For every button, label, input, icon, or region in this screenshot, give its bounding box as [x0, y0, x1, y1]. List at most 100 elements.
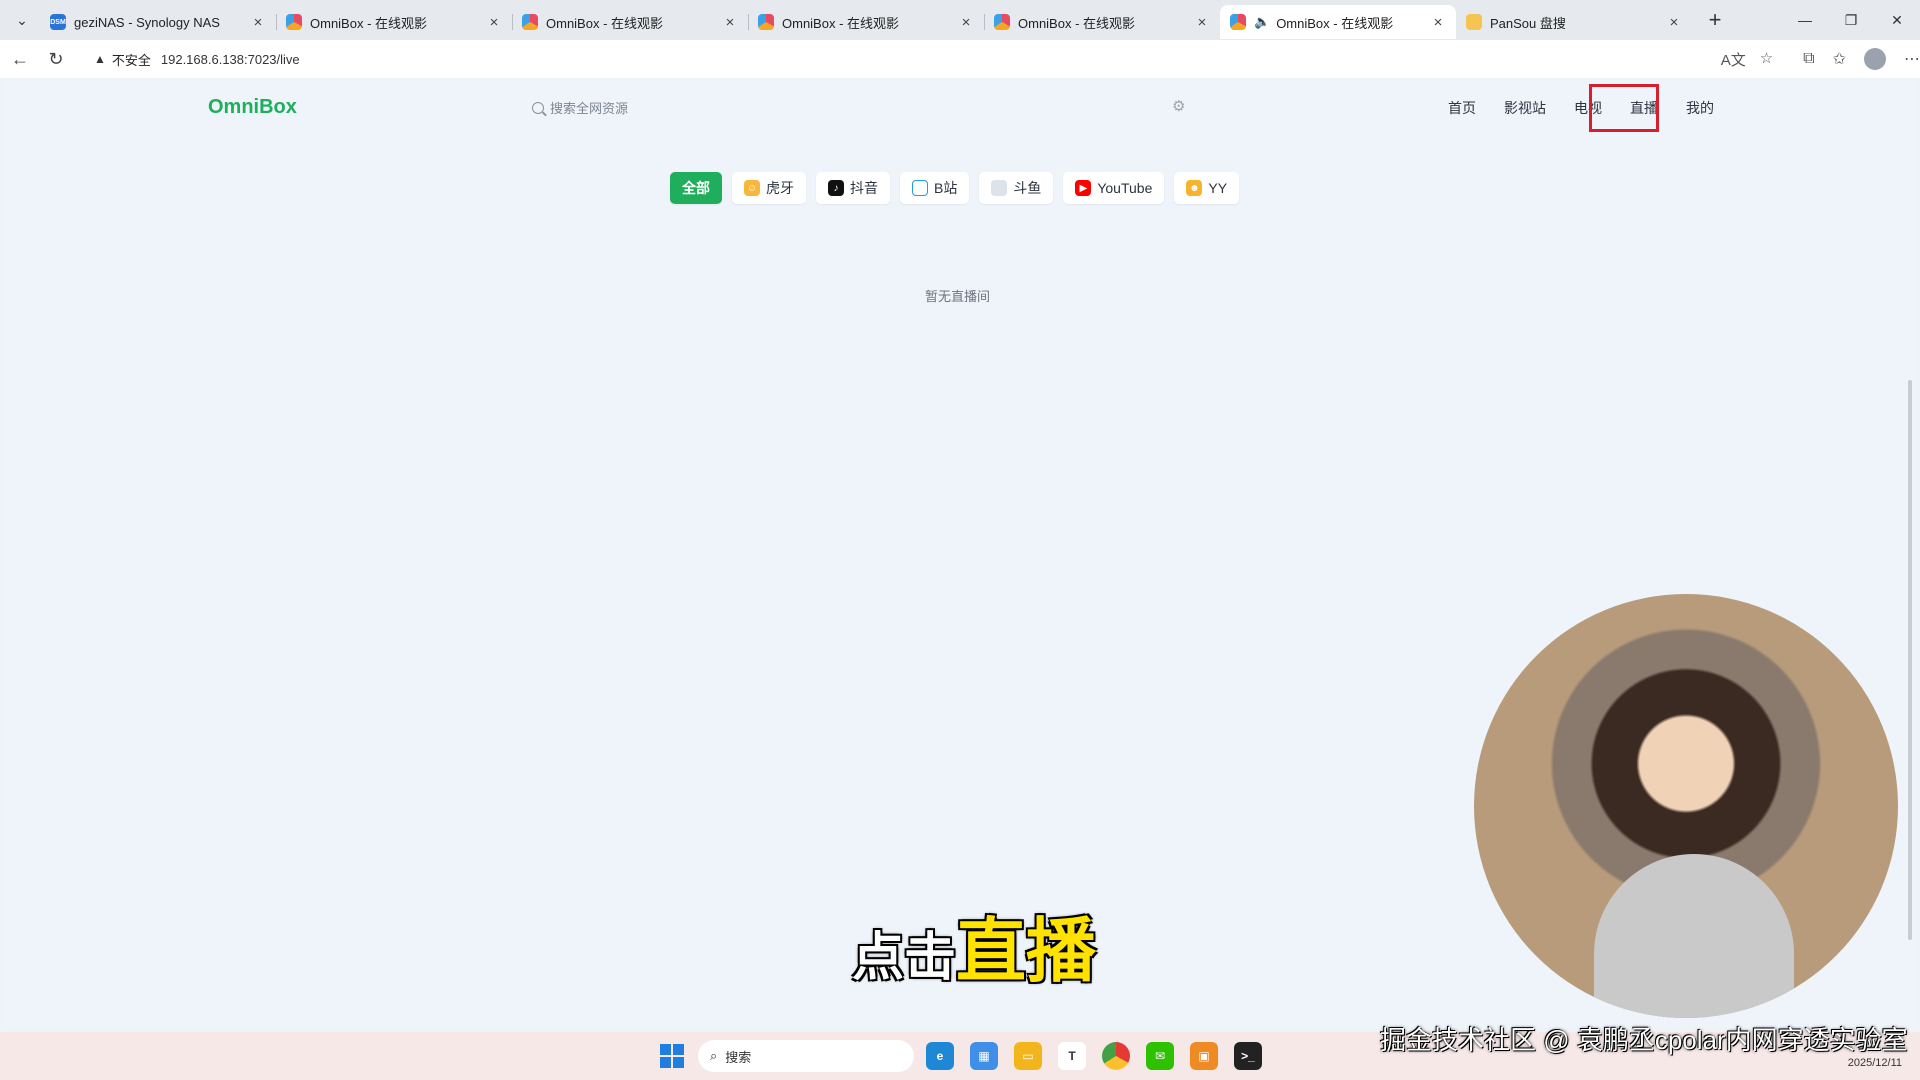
empty-state-text: 暂无直播间 — [925, 289, 991, 304]
search-icon — [532, 101, 544, 114]
filter-label: 全部 — [682, 180, 710, 196]
yy-icon: ☻ — [1186, 180, 1203, 196]
minimize-icon[interactable]: — — [1782, 0, 1828, 40]
wechat-icon[interactable]: ✉ — [1146, 1042, 1174, 1070]
caption-prefix: 点击 — [852, 929, 957, 987]
douyu-icon — [991, 180, 1008, 196]
url-text[interactable]: 192.168.6.138:7023/live — [161, 52, 300, 67]
omnibox-favicon-icon — [1230, 14, 1246, 30]
file-explorer-icon[interactable]: ▭ — [1014, 1042, 1042, 1070]
filter-label: YouTube — [1097, 180, 1153, 196]
arrow-left-icon: ← — [10, 48, 29, 69]
global-search[interactable]: 搜索全网资源 — [532, 98, 628, 117]
typora-icon[interactable]: T — [1058, 1042, 1086, 1070]
nav-mine[interactable]: 我的 — [1672, 98, 1728, 118]
reload-icon: ↻ — [48, 48, 64, 69]
filter-douyin[interactable]: ♪ 抖音 — [816, 172, 890, 204]
filter-yy[interactable]: ☻ YY — [1174, 172, 1240, 204]
chevron-down-icon: ⌄ — [16, 11, 28, 28]
browser-tab[interactable]: OmniBox - 在线观影 × — [748, 5, 984, 39]
filter-label: 斗鱼 — [1013, 180, 1042, 196]
close-window-icon[interactable]: ✕ — [1874, 0, 1920, 40]
bilibili-icon — [912, 180, 928, 196]
filter-bili[interactable]: B站 — [900, 172, 970, 204]
nav-home[interactable]: 首页 — [1434, 98, 1490, 118]
search-icon: ⌕ — [710, 1048, 718, 1063]
favorites-icon[interactable]: ✩ — [1833, 49, 1846, 69]
new-tab-button[interactable]: + — [1698, 7, 1732, 33]
browser-tab[interactable]: OmniBox - 在线观影 × — [512, 5, 748, 39]
omnibox-favicon-icon — [994, 14, 1010, 30]
omnibox-favicon-icon — [758, 14, 774, 30]
browser-tab[interactable]: OmniBox - 在线观影 × — [276, 5, 512, 39]
youtube-icon: ▶ — [1075, 180, 1092, 196]
back-button[interactable]: ← — [4, 43, 36, 75]
close-icon[interactable]: × — [250, 14, 266, 31]
more-icon[interactable]: ⋯ — [1904, 49, 1920, 69]
tab-title: geziNAS - Synology NAS — [74, 14, 220, 30]
browser-toolbar: ← ↻ ▲ 不安全 192.168.6.138:7023/live A文 ☆ ⧉… — [0, 40, 1920, 78]
reload-button[interactable]: ↻ — [40, 43, 72, 75]
tab-list-button[interactable]: ⌄ — [4, 2, 40, 38]
close-icon[interactable]: × — [1194, 14, 1210, 31]
filter-all[interactable]: 全部 — [670, 172, 722, 204]
huya-icon: ☺ — [744, 180, 760, 196]
edge-icon[interactable]: e — [926, 1042, 954, 1070]
tab-title: OmniBox - 在线观影 — [1018, 15, 1136, 31]
main-nav: 首页 影视站 电视 直播 我的 — [1434, 98, 1728, 118]
filter-label: 虎牙 — [766, 180, 794, 196]
close-icon[interactable]: × — [1430, 14, 1446, 31]
synology-favicon-icon: DSM — [50, 14, 66, 30]
tab-title: OmniBox - 在线观影 — [782, 15, 900, 31]
taskbar-search-label: 搜索 — [725, 1049, 752, 1065]
watermark: 掘金技术社区 @ 袁鹏丞cpolar内网穿透实验室 — [1380, 1025, 1908, 1055]
platform-filters: 全部 ☺ 虎牙 ♪ 抖音 B站 斗鱼 ▶ YouTube ☻ YY — [670, 172, 1240, 204]
caption-highlight: 直播 — [956, 912, 1097, 990]
tab-title: PanSou 盘搜 — [1490, 15, 1566, 31]
douyin-icon: ♪ — [828, 180, 844, 196]
settings-icon[interactable]: ⚙ — [1172, 97, 1185, 115]
filter-huya[interactable]: ☺ 虎牙 — [732, 172, 806, 204]
close-icon[interactable]: × — [1666, 14, 1682, 31]
taskbar-apps: e ▦ ▭ T ✉ ▣ >_ — [926, 1042, 1262, 1070]
browser-tab-active[interactable]: 🔈 OmniBox - 在线观影 × — [1220, 5, 1456, 39]
browser-tab[interactable]: PanSou 盘搜 × — [1456, 5, 1692, 39]
windows-start-icon[interactable] — [660, 1044, 684, 1068]
site-logo[interactable]: OmniBox — [208, 96, 297, 119]
omnibox-favicon-icon — [522, 14, 538, 30]
security-label[interactable]: 不安全 — [112, 50, 151, 69]
terminal-icon[interactable]: >_ — [1234, 1042, 1262, 1070]
taskbar-date: 2025/12/11 — [1847, 1057, 1902, 1069]
extensions-icon[interactable]: ⧉ — [1803, 50, 1814, 68]
close-icon[interactable]: × — [486, 14, 502, 31]
video-caption: 点击 直播 — [852, 895, 1096, 996]
translate-icon[interactable]: A文 — [1721, 49, 1746, 70]
close-icon[interactable]: × — [722, 14, 738, 31]
presenter-facecam — [1474, 594, 1898, 1018]
photos-icon[interactable]: ▦ — [970, 1042, 998, 1070]
address-bar[interactable]: ▲ 不安全 192.168.6.138:7023/live A文 ☆ — [83, 44, 1784, 74]
browser-tab[interactable]: DSM geziNAS - Synology NAS × — [40, 5, 276, 39]
search-placeholder[interactable]: 搜索全网资源 — [550, 98, 628, 117]
profile-avatar[interactable] — [1864, 48, 1886, 70]
warning-icon[interactable]: ▲ — [94, 52, 106, 66]
filter-douyu[interactable]: 斗鱼 — [979, 172, 1054, 204]
tab-title: OmniBox - 在线观影 — [310, 15, 428, 31]
star-icon[interactable]: ☆ — [1760, 49, 1773, 70]
tab-title: OmniBox - 在线观影 — [546, 15, 664, 31]
restore-icon[interactable]: ❐ — [1828, 0, 1874, 40]
filter-label: YY — [1208, 180, 1228, 196]
browser-tab[interactable]: OmniBox - 在线观影 × — [984, 5, 1220, 39]
chrome-icon[interactable] — [1102, 1042, 1130, 1070]
scrollbar[interactable] — [1908, 380, 1912, 940]
filter-label: 抖音 — [850, 180, 878, 196]
taskbar-search[interactable]: ⌕ 搜索 — [698, 1040, 914, 1072]
remote-desktop-icon[interactable]: ▣ — [1190, 1042, 1218, 1070]
close-icon[interactable]: × — [958, 14, 974, 31]
address-actions: A文 ☆ — [1721, 49, 1773, 70]
speaker-icon[interactable]: 🔈 — [1254, 14, 1270, 30]
filter-youtube[interactable]: ▶ YouTube — [1063, 172, 1165, 204]
tab-title: OmniBox - 在线观影 — [1276, 15, 1394, 31]
nav-film[interactable]: 影视站 — [1490, 98, 1560, 118]
window-controls: — ❐ ✕ — [1782, 0, 1920, 40]
